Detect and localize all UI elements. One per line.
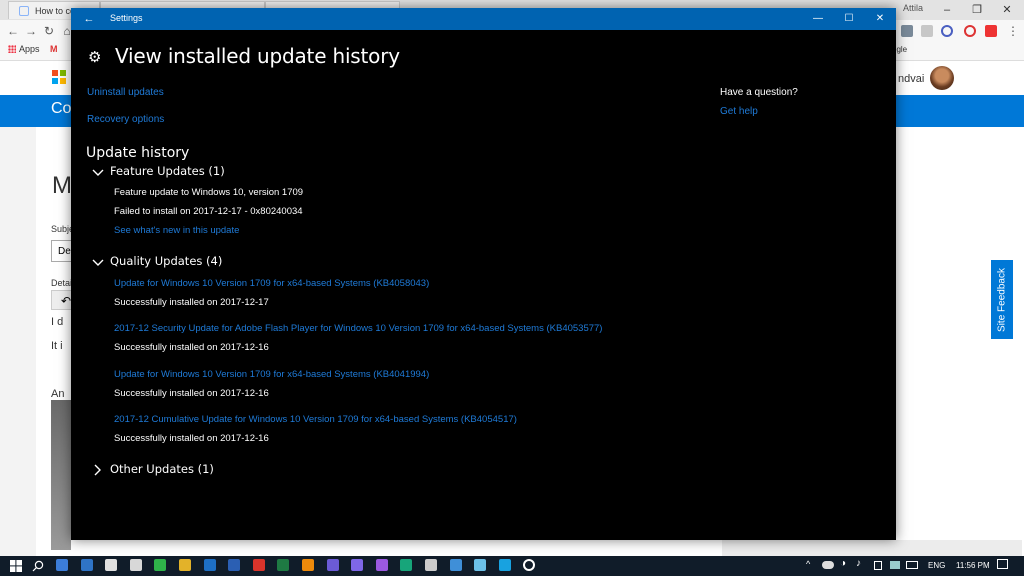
restore-icon[interactable]: ❐ — [962, 0, 992, 20]
forward-icon[interactable]: → — [22, 22, 40, 40]
back-arrow-icon[interactable]: ← — [78, 8, 100, 30]
clock[interactable]: 11:56 PM — [956, 561, 990, 570]
window-title: Settings — [110, 13, 143, 23]
chevron-down-icon — [92, 169, 104, 176]
signed-in-username[interactable]: ndvai — [898, 73, 924, 85]
page-title: View installed update history — [115, 44, 400, 68]
banner-title: Co — [51, 100, 72, 117]
skype-icon[interactable] — [499, 559, 511, 571]
update-link[interactable]: 2017-12 Cumulative Update for Windows 10… — [114, 414, 517, 425]
chevron-down-icon — [92, 259, 104, 266]
chrome-icon[interactable] — [179, 559, 191, 571]
animate-icon[interactable] — [400, 559, 412, 571]
block-icon[interactable] — [941, 25, 953, 37]
get-help-link[interactable]: Get help — [720, 106, 758, 117]
recovery-options-link[interactable]: Recovery options — [87, 114, 164, 125]
word-icon[interactable] — [228, 559, 240, 571]
avatar[interactable] — [930, 66, 954, 90]
page-favicon-icon — [19, 6, 29, 16]
bookmark-apps[interactable]: Apps — [8, 44, 40, 54]
update-status: Successfully installed on 2017-12-16 — [114, 388, 269, 399]
update-status: Successfully installed on 2017-12-16 — [114, 433, 269, 444]
maximize-icon[interactable]: ☐ — [834, 8, 864, 30]
update-link[interactable]: 2017-12 Security Update for Adobe Flash … — [114, 323, 602, 334]
quality-updates-label: Quality Updates (4) — [110, 254, 223, 268]
calculator-icon[interactable] — [130, 559, 142, 571]
battery-icon[interactable] — [874, 561, 882, 570]
media-icon[interactable] — [425, 559, 437, 571]
green-app-icon[interactable] — [154, 559, 166, 571]
update-history-heading: Update history — [86, 145, 190, 161]
premiere-icon[interactable] — [327, 559, 339, 571]
chevron-right-icon — [94, 464, 101, 476]
onedrive-icon[interactable] — [822, 561, 834, 569]
feature-updates-label: Feature Updates (1) — [110, 164, 225, 178]
network-icon[interactable]: ◑ — [840, 558, 846, 569]
gmail-icon[interactable]: M — [50, 44, 58, 54]
settings-window: ← Settings — ☐ ✕ ⚙ View installed update… — [71, 8, 896, 540]
body-text: I d — [51, 316, 64, 328]
update-link[interactable]: Update for Windows 10 Version 1709 for x… — [114, 369, 429, 380]
show-hidden-icons-chevron-icon[interactable]: ^ — [806, 559, 810, 569]
minimize-icon[interactable]: — — [803, 8, 833, 30]
paint-icon[interactable] — [474, 559, 486, 571]
reload-icon[interactable]: ↻ — [40, 22, 58, 40]
vscode-icon[interactable] — [450, 559, 462, 571]
outlook-icon[interactable] — [204, 559, 216, 571]
microsoft-logo-icon[interactable] — [52, 70, 66, 84]
whats-new-link[interactable]: See what's new in this update — [114, 225, 239, 236]
browser-profile-name[interactable]: Attila — [903, 3, 923, 13]
details-label: Detai — [51, 278, 73, 288]
extension-icon[interactable] — [901, 25, 913, 37]
page-margin — [0, 127, 36, 556]
settings-titlebar: ← Settings — ☐ ✕ — [71, 8, 896, 30]
uninstall-updates-link[interactable]: Uninstall updates — [87, 87, 164, 98]
page-footer — [722, 540, 1022, 556]
apps-grid-icon — [8, 45, 16, 53]
windows-start-icon[interactable] — [10, 560, 22, 572]
body-text: An — [51, 388, 65, 400]
page-heading: M — [52, 172, 72, 199]
update-title: Feature update to Windows 10, version 17… — [114, 187, 304, 198]
other-updates-label: Other Updates (1) — [110, 462, 214, 476]
update-link[interactable]: Update for Windows 10 Version 1709 for x… — [114, 278, 429, 289]
search-icon[interactable] — [32, 560, 44, 572]
update-status: Successfully installed on 2017-12-17 — [114, 297, 269, 308]
record-icon[interactable] — [985, 25, 997, 37]
close-icon[interactable]: ✕ — [865, 8, 895, 30]
volume-icon[interactable]: ♪ — [856, 558, 861, 569]
update-status: Failed to install on 2017-12-17 - 0x8024… — [114, 206, 303, 217]
update-status: Successfully installed on 2017-12-16 — [114, 342, 269, 353]
menu-icon[interactable]: ⋮ — [1004, 22, 1022, 40]
body-text: It i — [51, 340, 63, 352]
back-icon[interactable]: ← — [4, 22, 22, 40]
extension-icon[interactable] — [921, 25, 933, 37]
gear-icon: ⚙ — [88, 49, 102, 66]
minimize-icon[interactable]: – — [932, 0, 962, 20]
help-question: Have a question? — [720, 87, 798, 98]
acrobat-icon[interactable] — [253, 559, 265, 571]
keyboard-icon[interactable] — [906, 561, 918, 569]
file-icon[interactable] — [105, 559, 117, 571]
after-effects-icon[interactable] — [351, 559, 363, 571]
illustrator-icon[interactable] — [302, 559, 314, 571]
action-center-icon[interactable] — [997, 559, 1008, 569]
embedded-screenshot — [51, 400, 71, 550]
settings-icon[interactable] — [523, 559, 535, 571]
premiere-alt-icon[interactable] — [376, 559, 388, 571]
display-icon[interactable] — [890, 561, 900, 569]
input-language[interactable]: ENG — [928, 561, 945, 570]
site-feedback-button[interactable]: Site Feedback — [991, 260, 1013, 339]
opera-icon[interactable] — [964, 25, 976, 37]
edge-like-icon[interactable] — [56, 559, 68, 571]
excel-icon[interactable] — [277, 559, 289, 571]
close-icon[interactable]: ✕ — [992, 0, 1022, 20]
mail-icon[interactable] — [81, 559, 93, 571]
